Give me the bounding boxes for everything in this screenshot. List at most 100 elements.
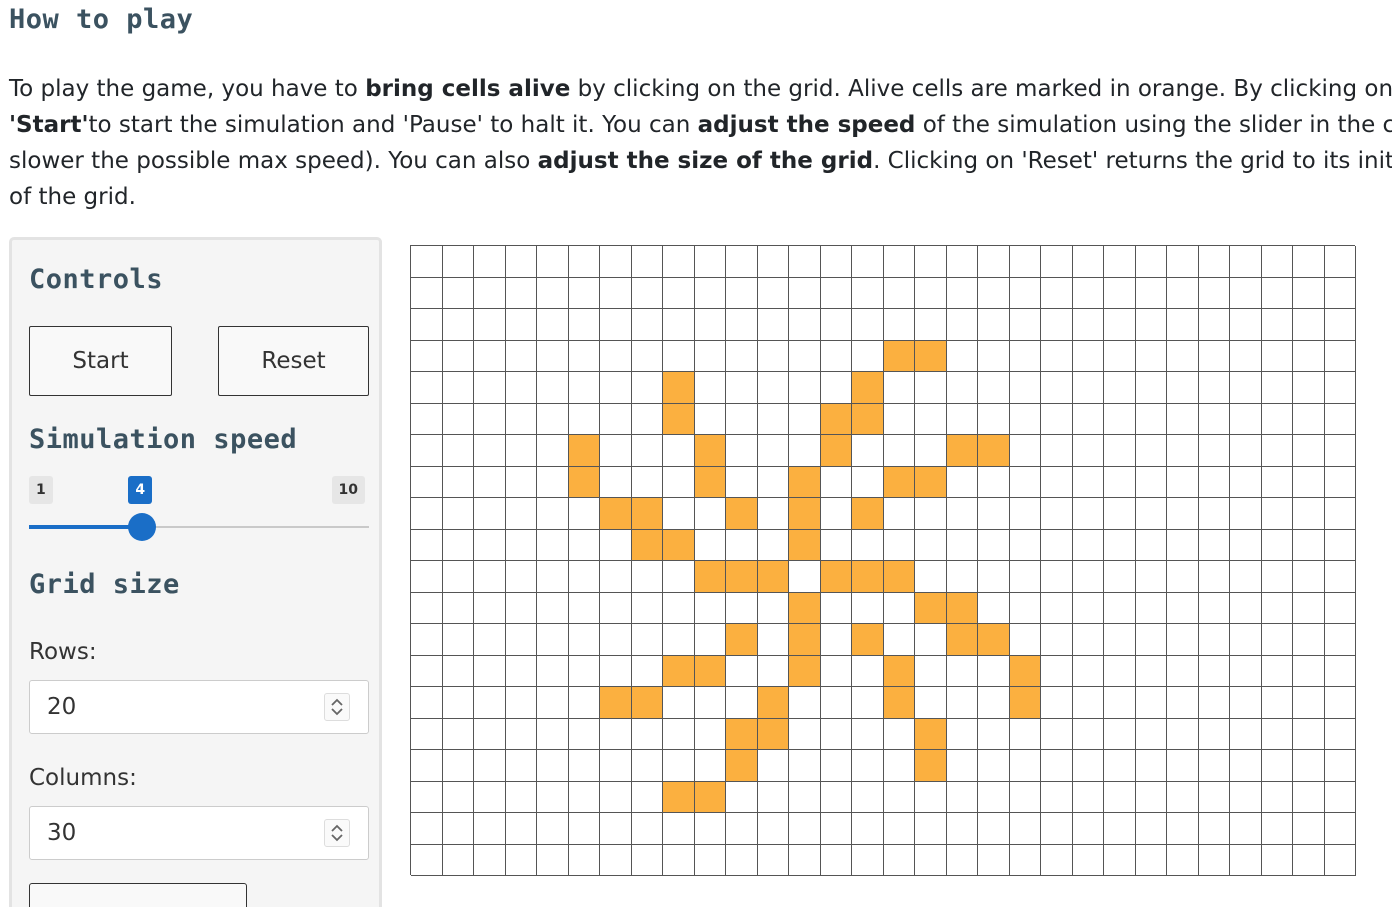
- grid-cell[interactable]: [1041, 813, 1073, 845]
- grid-cell[interactable]: [694, 309, 726, 341]
- grid-cell[interactable]: [946, 277, 978, 309]
- grid-cell-alive[interactable]: [789, 498, 821, 530]
- grid-cell[interactable]: [883, 246, 915, 278]
- grid-cell[interactable]: [442, 340, 474, 372]
- grid-cell[interactable]: [757, 592, 789, 624]
- grid-cell[interactable]: [600, 561, 632, 593]
- grid-cell[interactable]: [1293, 592, 1325, 624]
- grid-cell[interactable]: [1135, 813, 1167, 845]
- grid-cell[interactable]: [1198, 372, 1230, 404]
- grid-cell[interactable]: [757, 277, 789, 309]
- grid-cell[interactable]: [1041, 781, 1073, 813]
- grid-cell[interactable]: [631, 592, 663, 624]
- grid-cell[interactable]: [537, 624, 569, 656]
- grid-cell[interactable]: [978, 750, 1010, 782]
- grid-cell[interactable]: [411, 466, 443, 498]
- grid-cell[interactable]: [726, 309, 758, 341]
- grid-cell[interactable]: [1135, 655, 1167, 687]
- grid-cell[interactable]: [1293, 246, 1325, 278]
- grid-cell[interactable]: [883, 309, 915, 341]
- grid-cell[interactable]: [663, 750, 695, 782]
- grid-cell[interactable]: [1009, 498, 1041, 530]
- grid-cell[interactable]: [537, 309, 569, 341]
- grid-cell[interactable]: [631, 781, 663, 813]
- grid-cell[interactable]: [568, 340, 600, 372]
- grid-cell[interactable]: [946, 813, 978, 845]
- grid-cell[interactable]: [1230, 435, 1262, 467]
- start-button[interactable]: Start: [29, 326, 172, 396]
- grid-cell[interactable]: [1293, 655, 1325, 687]
- grid-cell[interactable]: [883, 498, 915, 530]
- grid-cell[interactable]: [411, 403, 443, 435]
- grid-cell[interactable]: [694, 844, 726, 876]
- grid-cell[interactable]: [537, 561, 569, 593]
- grid-cell[interactable]: [631, 435, 663, 467]
- grid-cell[interactable]: [1167, 529, 1199, 561]
- grid-cell[interactable]: [726, 466, 758, 498]
- grid-cell[interactable]: [505, 246, 537, 278]
- grid-cell[interactable]: [1041, 403, 1073, 435]
- grid-cell[interactable]: [1198, 435, 1230, 467]
- grid-cell[interactable]: [1230, 466, 1262, 498]
- grid-cell[interactable]: [946, 340, 978, 372]
- grid-cell[interactable]: [1104, 340, 1136, 372]
- grid-cell[interactable]: [568, 718, 600, 750]
- grid-cell-alive[interactable]: [852, 403, 884, 435]
- grid-cell-alive[interactable]: [726, 624, 758, 656]
- grid-cell[interactable]: [1104, 309, 1136, 341]
- grid-cell[interactable]: [411, 687, 443, 719]
- grid-cell[interactable]: [1167, 372, 1199, 404]
- grid-cell[interactable]: [1261, 277, 1293, 309]
- grid-cell[interactable]: [852, 435, 884, 467]
- grid-cell[interactable]: [1167, 655, 1199, 687]
- grid-cell[interactable]: [978, 687, 1010, 719]
- grid-cell[interactable]: [1041, 687, 1073, 719]
- grid-cell[interactable]: [1198, 624, 1230, 656]
- grid-cell[interactable]: [1261, 655, 1293, 687]
- grid-cell[interactable]: [1293, 277, 1325, 309]
- grid-cell[interactable]: [1167, 246, 1199, 278]
- grid-cell[interactable]: [600, 529, 632, 561]
- grid-cell[interactable]: [1104, 655, 1136, 687]
- grid-cell-alive[interactable]: [631, 529, 663, 561]
- grid-cell[interactable]: [1261, 844, 1293, 876]
- grid-cell[interactable]: [505, 655, 537, 687]
- grid-cell[interactable]: [883, 435, 915, 467]
- grid-cell[interactable]: [978, 372, 1010, 404]
- grid-cell[interactable]: [411, 655, 443, 687]
- grid-cell[interactable]: [789, 844, 821, 876]
- grid-cell[interactable]: [1230, 246, 1262, 278]
- grid-cell[interactable]: [505, 592, 537, 624]
- grid-cell[interactable]: [1293, 750, 1325, 782]
- grid-cell[interactable]: [1324, 435, 1356, 467]
- reset-button[interactable]: Reset: [218, 326, 369, 396]
- grid-cell[interactable]: [505, 844, 537, 876]
- grid-cell[interactable]: [946, 655, 978, 687]
- grid-cell[interactable]: [442, 277, 474, 309]
- grid-cell[interactable]: [1198, 277, 1230, 309]
- grid-cell[interactable]: [474, 277, 506, 309]
- grid-cell[interactable]: [1104, 246, 1136, 278]
- grid-cell[interactable]: [631, 813, 663, 845]
- grid-cell[interactable]: [1293, 309, 1325, 341]
- grid-cell[interactable]: [600, 655, 632, 687]
- grid-cell[interactable]: [505, 403, 537, 435]
- grid-cell[interactable]: [1072, 309, 1104, 341]
- grid-cell[interactable]: [1198, 655, 1230, 687]
- grid-cell-alive[interactable]: [978, 624, 1010, 656]
- grid-cell[interactable]: [631, 466, 663, 498]
- grid-cell[interactable]: [1009, 340, 1041, 372]
- grid-cell[interactable]: [631, 372, 663, 404]
- grid-cell[interactable]: [411, 309, 443, 341]
- grid-cell-alive[interactable]: [789, 624, 821, 656]
- grid-cell[interactable]: [1104, 277, 1136, 309]
- grid-cell[interactable]: [663, 435, 695, 467]
- grid-cell[interactable]: [505, 781, 537, 813]
- grid-cell[interactable]: [915, 561, 947, 593]
- grid-cell-alive[interactable]: [852, 561, 884, 593]
- grid-cell[interactable]: [442, 781, 474, 813]
- grid-cell[interactable]: [694, 718, 726, 750]
- grid-cell[interactable]: [1230, 844, 1262, 876]
- grid-cell-alive[interactable]: [757, 718, 789, 750]
- grid-cell[interactable]: [442, 592, 474, 624]
